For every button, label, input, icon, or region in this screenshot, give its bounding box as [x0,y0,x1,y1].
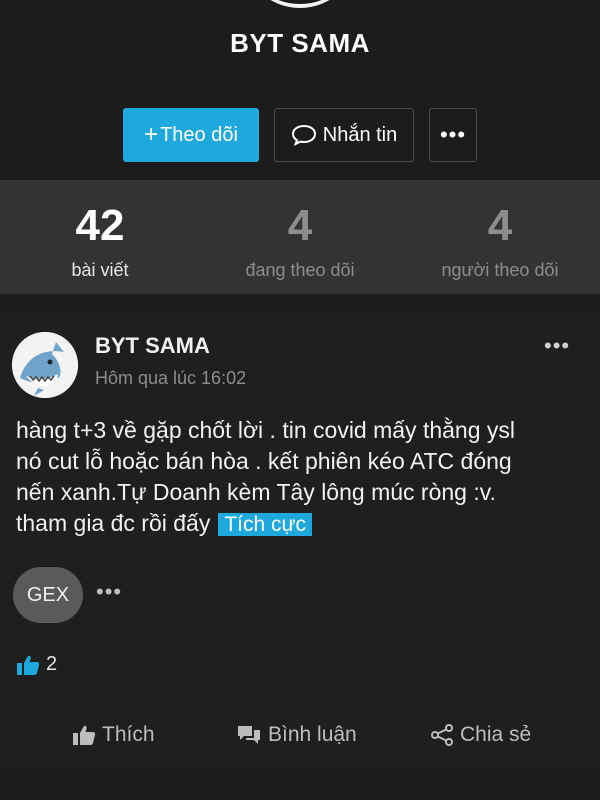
post-text-line: nến xanh.Tự Doanh kèm Tây lông múc ròng … [16,479,496,505]
message-label: Nhắn tin [322,123,398,146]
thumbs-up-icon [17,655,40,675]
chat-bubbles-icon [238,726,260,744]
stat-followers[interactable]: 4 người theo dõi [400,180,600,281]
comment-button[interactable]: Bình luận [236,710,357,760]
like-label: Thích [102,723,155,746]
stat-label: người theo dõi [441,260,559,280]
post-text-line: tham gia đc rồi đấy [16,510,211,536]
shark-avatar-icon [12,332,78,398]
share-icon [431,724,453,746]
post-text-line-last: tham gia đc rồi đấy Tích cực [16,508,596,540]
post-timestamp: Hôm qua lúc 16:02 [95,368,247,388]
follow-label: Theo dõi [160,123,238,146]
profile-actions: + Theo dõi Nhắn tin ••• [0,108,600,164]
stat-label: đang theo dõi [245,260,355,280]
post-text-line: nó cut lỗ hoặc bán hòa . kết phiên kéo A… [16,448,512,474]
share-button[interactable]: Chia sẻ [430,710,531,760]
ticker-more-button[interactable]: ••• [96,579,122,605]
ticker-tag[interactable]: GEX [13,567,83,623]
sentiment-badge: Tích cực [218,513,313,536]
profile-avatar[interactable] [242,0,358,8]
more-options-button[interactable]: ••• [429,108,477,162]
profile-header: BYT SAMA + Theo dõi Nhắn tin ••• [0,0,600,180]
stat-label: bài viết [71,260,129,280]
post-text-line: hàng t+3 về gặp chốt lời . tin covid mấy… [16,417,516,443]
post-author[interactable]: BYT SAMA [95,333,210,359]
like-button[interactable]: Thích [72,710,155,760]
like-summary[interactable]: 2 [16,653,57,676]
profile-stats: 42 bài viết 4 đang theo dõi 4 người theo… [0,180,600,294]
stat-posts[interactable]: 42 bài viết [0,180,200,281]
plus-icon: + [144,121,159,148]
feed-divider [0,770,600,800]
follow-button[interactable]: + Theo dõi [123,108,259,162]
message-button[interactable]: Nhắn tin [274,108,414,162]
stat-count: 4 [287,201,313,250]
post-body: hàng t+3 về gặp chốt lời . tin covid mấy… [16,415,596,540]
thumbs-up-icon [73,725,96,745]
stat-count: 42 [75,201,125,250]
speech-bubble-icon [291,124,316,146]
post-card: BYT SAMA Hôm qua lúc 16:02 ••• hàng t+3 … [0,313,600,768]
stat-following[interactable]: 4 đang theo dõi [200,180,400,281]
stat-count: 4 [487,201,513,250]
author-avatar[interactable] [12,332,78,398]
post-menu-button[interactable]: ••• [544,333,570,359]
profile-name: BYT SAMA [230,28,370,58]
comment-label: Bình luận [268,723,357,746]
share-label: Chia sẻ [460,723,532,746]
like-count: 2 [46,653,58,675]
post-actions: Thích Bình luận Chia sẻ [0,710,600,760]
